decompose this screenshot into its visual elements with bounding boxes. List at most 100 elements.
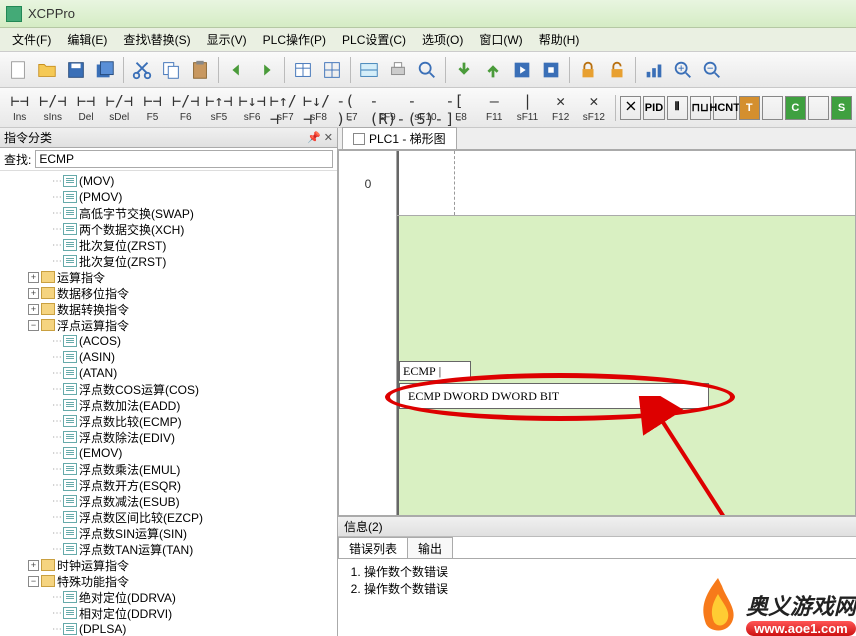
ladder-btn-F7[interactable]: -( )-F7 (336, 92, 367, 123)
tree-item[interactable]: ⋯浮点数COS运算(COS) (0, 381, 337, 397)
annotation-arrow (619, 396, 819, 516)
tree-item[interactable]: ⋯(ATAN) (0, 365, 337, 381)
menu-item[interactable]: 文件(F) (4, 29, 59, 50)
sq-btn[interactable]: ⊓⊔ (690, 96, 711, 120)
paste-icon[interactable] (186, 56, 214, 84)
menu-item[interactable]: 显示(V) (199, 29, 255, 50)
print-icon[interactable] (384, 56, 412, 84)
sq-btn[interactable]: ⫴ (667, 96, 688, 120)
tab-output[interactable]: 输出 (407, 537, 453, 558)
ladder-btn-sIns[interactable]: ⊢/⊣sIns (37, 92, 68, 123)
ladder-btn-F5[interactable]: ⊢⊣F5 (137, 92, 168, 123)
tree-item[interactable]: ⋯相对定位(DDRVI) (0, 605, 337, 621)
ladder-btn-sF12[interactable]: ✕sF12 (578, 92, 609, 123)
panel-controls[interactable]: 📌 ✕ (307, 131, 333, 144)
tree-item[interactable]: −特殊功能指令 (0, 573, 337, 589)
tree-item[interactable]: ⋯高低字节交换(SWAP) (0, 205, 337, 221)
table-icon[interactable] (289, 56, 317, 84)
save-icon[interactable] (62, 56, 90, 84)
redo-icon[interactable] (252, 56, 280, 84)
sq-btn[interactable]: HCNT (713, 96, 737, 120)
ladder-btn-Del[interactable]: ⊢⊣Del (70, 92, 101, 123)
instruction-tree[interactable]: ⋯(MOV)⋯(PMOV)⋯高低字节交换(SWAP)⋯两个数据交换(XCH)⋯批… (0, 171, 337, 636)
ladder-btn-F11[interactable]: —F11 (479, 92, 510, 123)
ecmp-input-box[interactable]: ECMP | (399, 361, 471, 381)
sq-btn[interactable]: T (739, 96, 760, 120)
lock-icon[interactable] (574, 56, 602, 84)
menu-item[interactable]: 窗口(W) (471, 29, 530, 50)
tree-item[interactable]: ⋯(EMOV) (0, 445, 337, 461)
ladder-editor[interactable]: 0 ECMP | ECMP DWORD DWORD BIT (338, 150, 856, 516)
ladder-btn-sF7[interactable]: ⊢↑/⊣sF7 (270, 92, 301, 123)
tree-item[interactable]: +数据转换指令 (0, 301, 337, 317)
ladder-btn-sDel[interactable]: ⊢/⊣sDel (104, 92, 135, 123)
ladder-view-icon[interactable] (355, 56, 383, 84)
menu-item[interactable]: 帮助(H) (531, 29, 588, 50)
tree-item[interactable]: ⋯(ASIN) (0, 349, 337, 365)
unlock-icon[interactable] (603, 56, 631, 84)
sq-btn[interactable]: PID (643, 96, 664, 120)
tree-item[interactable]: ⋯浮点数减法(ESUB) (0, 493, 337, 509)
tree-item[interactable]: ⋯批次复位(ZRST) (0, 237, 337, 253)
open-folder-icon[interactable] (33, 56, 61, 84)
menu-item[interactable]: PLC设置(C) (334, 29, 414, 50)
chart-icon[interactable] (640, 56, 668, 84)
menu-item[interactable]: 查找\替换(S) (115, 29, 198, 50)
tree-item[interactable]: −浮点运算指令 (0, 317, 337, 333)
sq-btn[interactable] (762, 96, 783, 120)
stop-icon[interactable] (537, 56, 565, 84)
search-input[interactable] (35, 150, 333, 168)
tree-item[interactable]: ⋯浮点数区间比较(EZCP) (0, 509, 337, 525)
tree-item[interactable]: ⋯两个数据交换(XCH) (0, 221, 337, 237)
tree-item[interactable]: ⋯浮点数加法(EADD) (0, 397, 337, 413)
tab-plc1[interactable]: PLC1 - 梯形图 (342, 127, 457, 149)
tree-item[interactable]: ⋯(PMOV) (0, 189, 337, 205)
sq-btn[interactable]: S (831, 96, 852, 120)
ladder-btn-sF9[interactable]: -(R)-sF9 (369, 92, 405, 123)
info-title: 信息(2) (338, 517, 856, 537)
tree-item[interactable]: ⋯(ACOS) (0, 333, 337, 349)
find-icon[interactable] (413, 56, 441, 84)
grid-icon[interactable] (318, 56, 346, 84)
menu-item[interactable]: 选项(O) (414, 29, 471, 50)
sidebar-title: 指令分类 📌 ✕ (0, 128, 337, 148)
tree-item[interactable]: ⋯浮点数开方(ESQR) (0, 477, 337, 493)
tree-item[interactable]: ⋯(MOV) (0, 173, 337, 189)
tree-item[interactable]: ⋯浮点数SIN运算(SIN) (0, 525, 337, 541)
download-icon[interactable] (450, 56, 478, 84)
upload-icon[interactable] (479, 56, 507, 84)
ladder-btn-F12[interactable]: ✕F12 (545, 92, 576, 123)
undo-icon[interactable] (223, 56, 251, 84)
ladder-btn-sF5[interactable]: ⊢↑⊣sF5 (203, 92, 234, 123)
ladder-btn-sF6[interactable]: ⊢↓⊣sF6 (237, 92, 268, 123)
tree-item[interactable]: ⋯绝对定位(DDRVA) (0, 589, 337, 605)
ladder-btn-Ins[interactable]: ⊢⊣Ins (4, 92, 35, 123)
tree-item[interactable]: ⋯浮点数除法(EDIV) (0, 429, 337, 445)
menu-item[interactable]: 编辑(E) (59, 29, 115, 50)
tree-item[interactable]: ⋯浮点数乘法(EMUL) (0, 461, 337, 477)
menu-item[interactable]: PLC操作(P) (255, 29, 334, 50)
sq-btn[interactable] (808, 96, 829, 120)
save-all-icon[interactable] (91, 56, 119, 84)
zoom-out-icon[interactable] (698, 56, 726, 84)
ladder-btn-F6[interactable]: ⊢/⊣F6 (170, 92, 201, 123)
run-icon[interactable] (508, 56, 536, 84)
new-file-icon[interactable] (4, 56, 32, 84)
tree-item[interactable]: +运算指令 (0, 269, 337, 285)
tree-item[interactable]: ⋯浮点数比较(ECMP) (0, 413, 337, 429)
tree-item[interactable]: ⋯批次复位(ZRST) (0, 253, 337, 269)
tree-item[interactable]: +数据移位指令 (0, 285, 337, 301)
ladder-btn-sF11[interactable]: |sF11 (512, 92, 543, 123)
copy-icon[interactable] (157, 56, 185, 84)
tree-item[interactable]: ⋯(DPLSA) (0, 621, 337, 636)
tree-item[interactable]: +时钟运算指令 (0, 557, 337, 573)
sq-btn[interactable]: ⨉ (620, 96, 641, 120)
tree-item[interactable]: ⋯浮点数TAN运算(TAN) (0, 541, 337, 557)
ladder-btn-sF8[interactable]: ⊢↓/⊣sF8 (303, 92, 334, 123)
cut-icon[interactable] (128, 56, 156, 84)
tab-errors[interactable]: 错误列表 (338, 537, 408, 558)
zoom-in-icon[interactable] (669, 56, 697, 84)
sq-btn[interactable]: C (785, 96, 806, 120)
ladder-btn-F8[interactable]: -[ ]-F8 (445, 92, 476, 123)
ladder-btn-sF10[interactable]: -(S)-sF10 (407, 92, 443, 123)
